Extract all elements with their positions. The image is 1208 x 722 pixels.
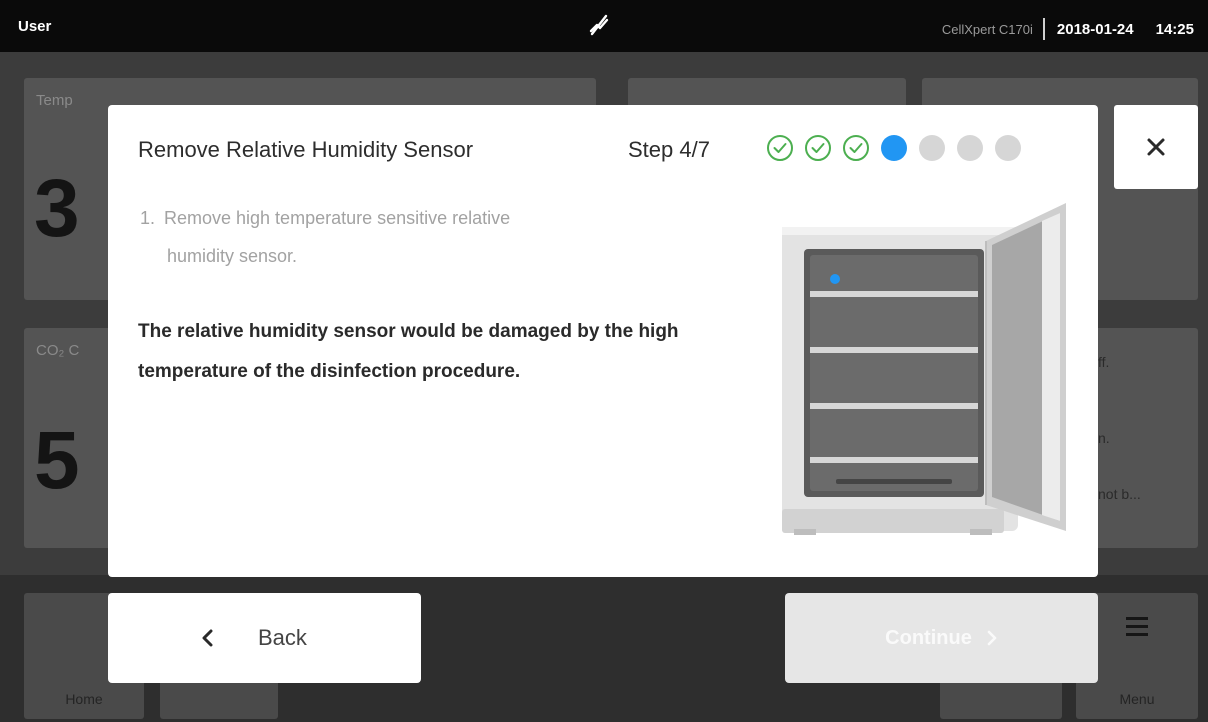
step-counter: Step 4/7 <box>628 137 710 162</box>
sensor-removal-dialog: Remove Relative Humidity Sensor Step 4/7… <box>108 105 1098 577</box>
status-date: 2018-01-24 <box>1056 20 1134 38</box>
step-dot-pending <box>957 135 983 161</box>
close-button[interactable] <box>1114 105 1198 189</box>
chevron-left-icon <box>202 629 213 647</box>
message-text-1: ff. <box>1098 354 1110 370</box>
step-dot-done <box>767 135 793 161</box>
instruction-text: 1. Remove high temperature sensitive rela… <box>140 199 700 275</box>
instruction-line-2: humidity sensor. <box>167 246 298 266</box>
dialog-title: Remove Relative Humidity Sensor <box>138 137 474 162</box>
check-icon <box>849 143 863 153</box>
status-bar-right: CellXpert C170i 2018-01-24 14:25 <box>942 18 1194 40</box>
co2-value: 5 <box>34 415 80 506</box>
back-button[interactable]: Back <box>108 593 421 683</box>
user-label: User <box>18 18 52 35</box>
menu-icon <box>1126 617 1148 641</box>
status-time: 14:25 <box>1155 20 1194 38</box>
step-dot-done <box>843 135 869 161</box>
instruction-line-1: Remove high temperature sensitive relati… <box>164 208 511 228</box>
step-dot-done <box>805 135 831 161</box>
continue-button-label: Continue <box>885 626 972 649</box>
device-name: CellXpert C170i <box>941 21 1033 37</box>
temperature-value: 3 <box>34 163 80 254</box>
step-dot-pending <box>919 135 945 161</box>
check-icon <box>811 143 825 153</box>
chevron-right-icon <box>987 630 997 646</box>
step-progress-indicator <box>767 135 1033 161</box>
step-dot-current <box>881 135 907 161</box>
incubator-illustration <box>782 203 1066 535</box>
check-icon <box>773 143 787 153</box>
co2-label: CO₂ C <box>36 342 80 359</box>
message-text-2: n. <box>1098 430 1110 446</box>
close-icon <box>1147 138 1165 156</box>
home-nav-label: Home <box>65 691 103 707</box>
temperature-label: Temp <box>36 92 73 109</box>
back-button-label: Back <box>258 625 307 650</box>
network-disconnected-icon <box>586 12 612 38</box>
instruction-number: 1. <box>140 208 156 228</box>
step-dot-pending <box>995 135 1021 161</box>
continue-button[interactable]: Continue <box>785 593 1098 683</box>
status-bar: User CellXpert C170i 2018-01-24 14:25 <box>0 0 1208 52</box>
status-separator <box>1042 18 1045 40</box>
message-text-3: not b... <box>1098 486 1141 502</box>
menu-nav-label: Menu <box>1119 691 1155 707</box>
warning-text: The relative humidity sensor would be da… <box>138 321 679 382</box>
